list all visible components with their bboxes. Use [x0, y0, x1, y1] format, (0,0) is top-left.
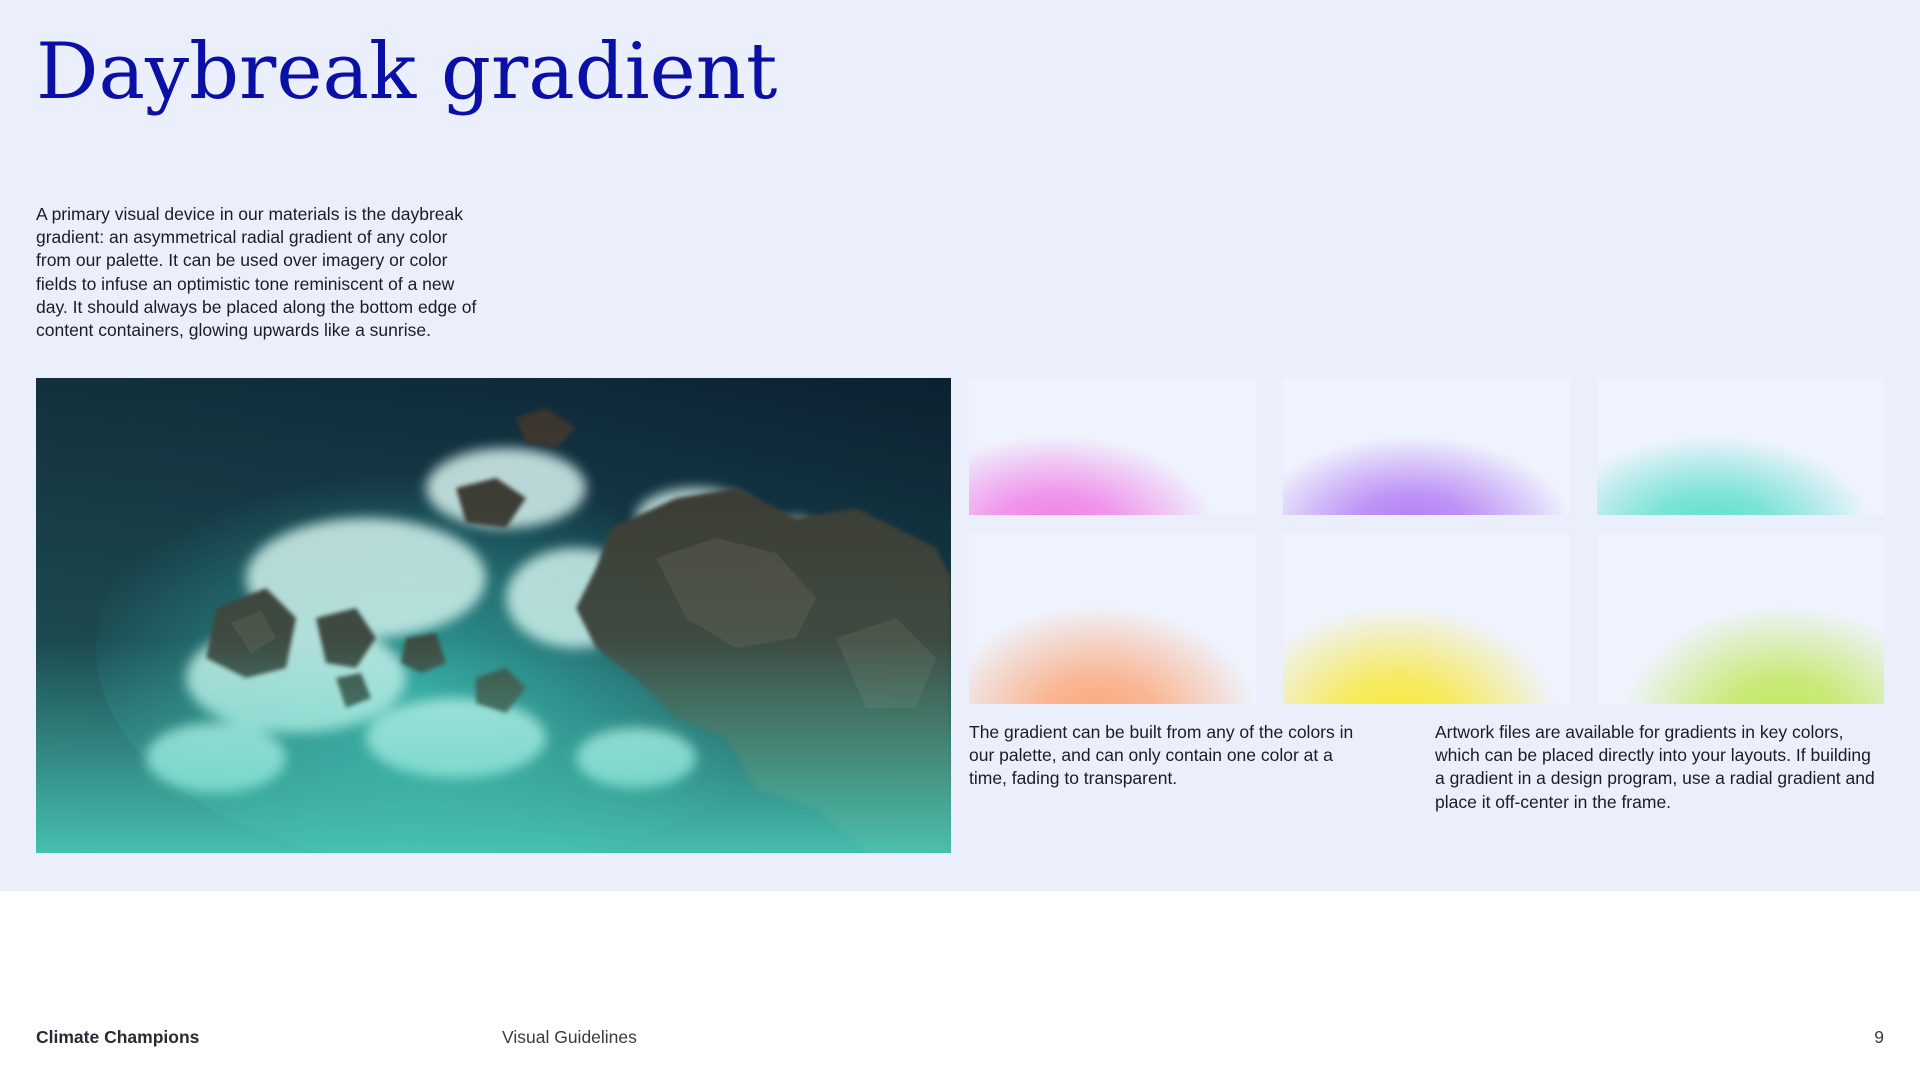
intro-paragraph: A primary visual device in our materials…: [36, 204, 477, 341]
footer-brand: Climate Champions: [36, 1027, 200, 1047]
page-title: Daybreak gradient: [36, 27, 778, 117]
gradient-swatch-pink: [969, 378, 1256, 515]
gradient-swatch-lime: [1597, 534, 1884, 704]
swatch-glow: [1597, 378, 1884, 515]
swatch-glow: [969, 378, 1256, 515]
swatch-glow: [1597, 534, 1884, 704]
gradient-swatch-purple: [1283, 378, 1570, 515]
swatch-glow: [1283, 378, 1570, 515]
caption-gradient-colors: The gradient can be built from any of th…: [969, 722, 1354, 789]
gradient-swatch-orange: [969, 534, 1256, 704]
ocean-rocks-photo: [36, 378, 951, 853]
content-panel: Daybreak gradient A primary visual devic…: [0, 0, 1920, 891]
caption-artwork-files: Artwork files are available for gradient…: [1435, 722, 1875, 812]
footer-document-title: Visual Guidelines: [502, 1027, 637, 1047]
swatch-glow: [1283, 534, 1570, 704]
gradient-swatch-yellow: [1283, 534, 1570, 704]
page-number: 9: [1874, 1027, 1884, 1047]
swatch-glow: [969, 534, 1256, 704]
gradient-swatch-teal: [1597, 378, 1884, 515]
